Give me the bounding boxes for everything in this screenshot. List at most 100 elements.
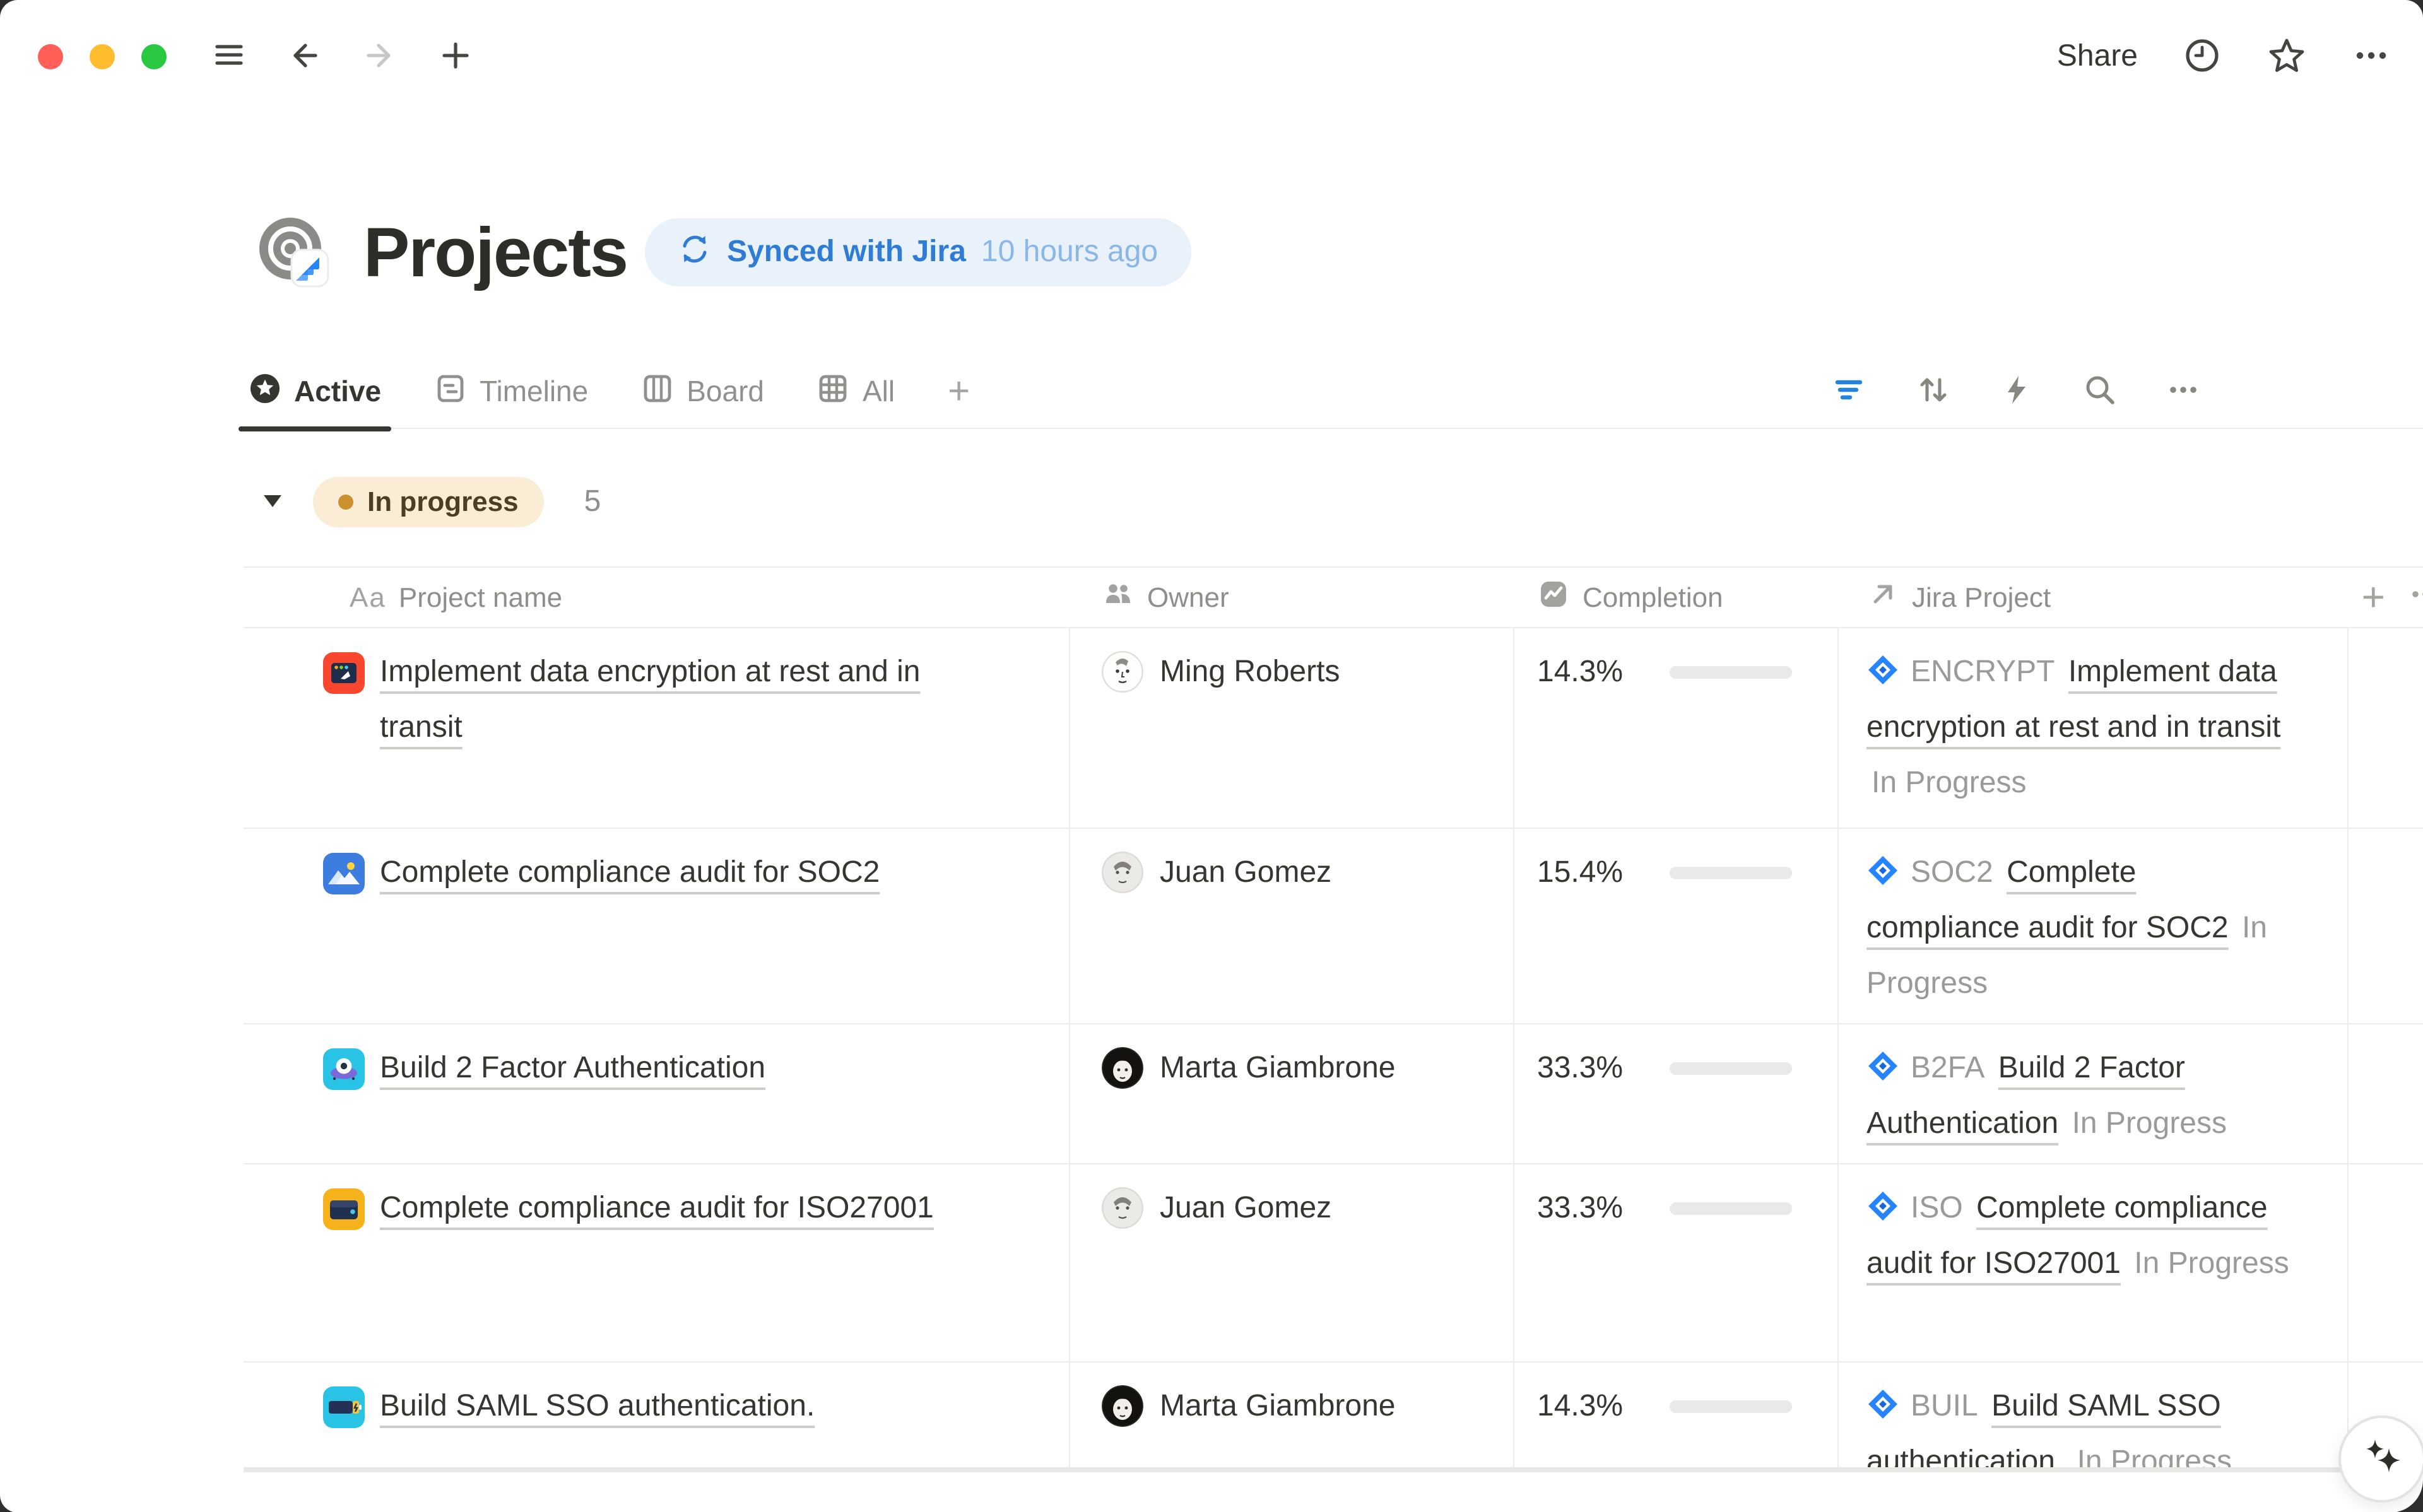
progress-bar [1670, 1202, 1792, 1215]
owner-cell[interactable]: Juan Gomez [1070, 829, 1514, 1023]
filter-icon [1832, 372, 1868, 411]
new-tab-button[interactable] [438, 37, 473, 76]
completion-cell[interactable]: 33.3% [1514, 1024, 1839, 1163]
owner-name: Juan Gomez [1160, 1181, 1331, 1236]
jira-issue-key: B2FA [1911, 1051, 1984, 1085]
page-title[interactable]: Projects [363, 212, 627, 293]
completion-cell[interactable]: 14.3% [1514, 1363, 1839, 1467]
project-name-cell[interactable]: Build SAML SSO authentication. [244, 1363, 1070, 1467]
column-header-completion[interactable]: Completion [1514, 577, 1839, 618]
share-button[interactable]: Share [2057, 39, 2138, 74]
jira-project-cell[interactable]: ENCRYPT Implement data encryption at res… [1839, 628, 2349, 828]
column-header-jira-project[interactable]: Jira Project [1839, 577, 2349, 618]
status-badge[interactable]: In progress [313, 477, 544, 527]
avatar [1102, 1385, 1143, 1427]
project-name-link[interactable]: Implement data encryption at rest and in… [380, 645, 997, 756]
project-name-link[interactable]: Build SAML SSO authentication. [380, 1379, 815, 1434]
completion-cell[interactable]: 33.3% [1514, 1164, 1839, 1361]
table-clip-divider [244, 1467, 2423, 1472]
filter-button[interactable] [1832, 372, 1868, 411]
jira-project-cell[interactable]: ISO Complete compliance audit for ISO270… [1839, 1164, 2349, 1361]
row-spacer [2349, 1164, 2423, 1361]
jira-project-cell[interactable]: BUIL Build SAML SSO authentication. In P… [1839, 1363, 2349, 1467]
notion-window: Share Projects Synced wit [0, 0, 2423, 1512]
completion-percent: 33.3% [1537, 1181, 1623, 1236]
project-name-link[interactable]: Build 2 Factor Authentication [380, 1041, 765, 1096]
jira-project-cell[interactable]: SOC2 Complete compliance audit for SOC2 … [1839, 829, 2349, 1023]
completion-cell[interactable]: 14.3% [1514, 628, 1839, 828]
tab-board[interactable]: Board [636, 355, 769, 428]
page-icon-target-jira[interactable] [257, 216, 331, 289]
project-name-cell[interactable]: Implement data encryption at rest and in… [244, 628, 1070, 828]
jira-logo-icon [1866, 1046, 1899, 1079]
ellipsis-icon [2352, 36, 2390, 78]
collapse-group-button[interactable] [260, 488, 285, 517]
project-name-cell[interactable]: Complete compliance audit for ISO27001 [244, 1164, 1070, 1361]
add-column-button[interactable]: + [2362, 574, 2385, 621]
minimize-window-button[interactable] [90, 44, 115, 69]
automations-button[interactable] [1999, 372, 2034, 411]
search-button[interactable] [2082, 372, 2118, 411]
table-more-icon[interactable] [2408, 576, 2423, 619]
tab-active[interactable]: Active [244, 355, 386, 428]
project-name-cell[interactable]: Complete compliance audit for SOC2 [244, 829, 1070, 1023]
jira-logo-icon [1866, 1384, 1899, 1417]
owner-cell[interactable]: Marta Giambrone [1070, 1363, 1514, 1467]
sort-button[interactable] [1916, 372, 1951, 411]
avatar [1102, 1187, 1143, 1229]
favorite-button[interactable] [2267, 35, 2307, 79]
view-actions [1832, 372, 2423, 411]
tab-label: Active [294, 375, 381, 409]
avatar [1102, 852, 1143, 893]
project-icon [323, 853, 365, 894]
notion-ai-button[interactable] [2338, 1415, 2423, 1503]
sidebar-menu-button[interactable] [212, 38, 246, 76]
projects-table: Aa Project name Owner Completion Jira Pr… [244, 566, 2423, 1467]
jira-issue-key: ENCRYPT [1911, 655, 2055, 689]
timeline-icon [434, 372, 467, 412]
owner-cell[interactable]: Juan Gomez [1070, 1164, 1514, 1361]
titlebar: Share [0, 0, 2423, 114]
search-icon [2082, 372, 2118, 411]
sparkles-icon [2357, 1432, 2407, 1486]
sync-badge-label: Synced with Jira [727, 235, 966, 270]
tab-label: Board [687, 375, 764, 409]
group-count: 5 [584, 484, 601, 520]
table-row: Build SAML SSO authentication. Marta Gia… [244, 1361, 2423, 1467]
project-icon [323, 1048, 365, 1090]
triangle-down-icon [260, 488, 285, 517]
owner-cell[interactable]: Ming Roberts [1070, 628, 1514, 828]
view-more-button[interactable] [2166, 372, 2201, 411]
progress-bar [1670, 1062, 1792, 1075]
jira-project-cell[interactable]: B2FA Build 2 Factor Authentication In Pr… [1839, 1024, 2349, 1163]
table-row: Build 2 Factor Authentication Marta Giam… [244, 1023, 2423, 1163]
column-header-owner[interactable]: Owner [1070, 577, 1514, 618]
owner-cell[interactable]: Marta Giambrone [1070, 1024, 1514, 1163]
tab-all[interactable]: All [812, 355, 900, 428]
add-view-button[interactable]: + [943, 355, 975, 428]
owner-name: Marta Giambrone [1160, 1379, 1396, 1434]
chart-line-icon [1537, 577, 1570, 618]
status-dot [338, 495, 353, 510]
jira-sync-badge[interactable]: Synced with Jira 10 hours ago [645, 218, 1191, 286]
completion-cell[interactable]: 15.4% [1514, 829, 1839, 1023]
ellipsis-icon [2166, 372, 2201, 411]
table-grid-icon [817, 372, 850, 412]
completion-percent: 14.3% [1537, 1379, 1623, 1434]
forward-button[interactable] [362, 37, 398, 76]
zoom-window-button[interactable] [141, 44, 167, 69]
project-name-cell[interactable]: Build 2 Factor Authentication [244, 1024, 1070, 1163]
project-name-link[interactable]: Complete compliance audit for SOC2 [380, 845, 880, 901]
row-spacer [2349, 829, 2423, 1023]
column-header-project-name[interactable]: Aa Project name [244, 581, 1070, 614]
group-header: In progress 5 [260, 474, 601, 530]
project-name-link[interactable]: Complete compliance audit for ISO27001 [380, 1181, 934, 1236]
back-button[interactable] [286, 37, 322, 76]
updates-button[interactable] [2183, 36, 2221, 78]
tab-timeline[interactable]: Timeline [429, 355, 593, 428]
close-window-button[interactable] [38, 44, 63, 69]
row-spacer [2349, 628, 2423, 828]
jira-issue-status: In Progress [1872, 766, 2026, 800]
more-options-button[interactable] [2352, 36, 2390, 78]
owner-name: Juan Gomez [1160, 845, 1331, 901]
